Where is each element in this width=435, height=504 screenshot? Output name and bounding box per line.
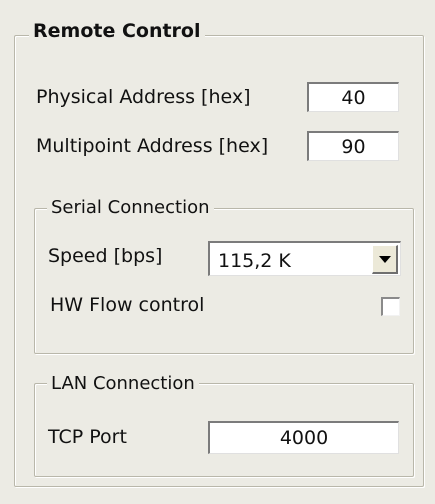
physical-address-input[interactable]: 40	[307, 82, 399, 112]
tcp-port-input[interactable]: 4000	[208, 421, 399, 454]
physical-address-label: Physical Address [hex]	[36, 86, 251, 108]
multipoint-address-input[interactable]: 90	[307, 131, 399, 161]
serial-connection-group	[34, 208, 414, 354]
chevron-down-icon	[378, 255, 391, 263]
multipoint-address-label: Multipoint Address [hex]	[36, 135, 269, 157]
speed-select-value: 115,2 K	[218, 250, 291, 272]
speed-dropdown-button[interactable]	[372, 245, 398, 274]
remote-control-title: Remote Control	[29, 22, 205, 41]
tcp-port-label: TCP Port	[48, 426, 127, 448]
speed-label: Speed [bps]	[48, 245, 163, 267]
lan-connection-title: LAN Connection	[47, 375, 199, 393]
speed-select[interactable]: 115,2 K	[208, 241, 401, 276]
hw-flow-control-checkbox[interactable]	[381, 297, 400, 316]
serial-connection-title: Serial Connection	[47, 199, 214, 217]
hw-flow-control-label: HW Flow control	[50, 294, 205, 316]
